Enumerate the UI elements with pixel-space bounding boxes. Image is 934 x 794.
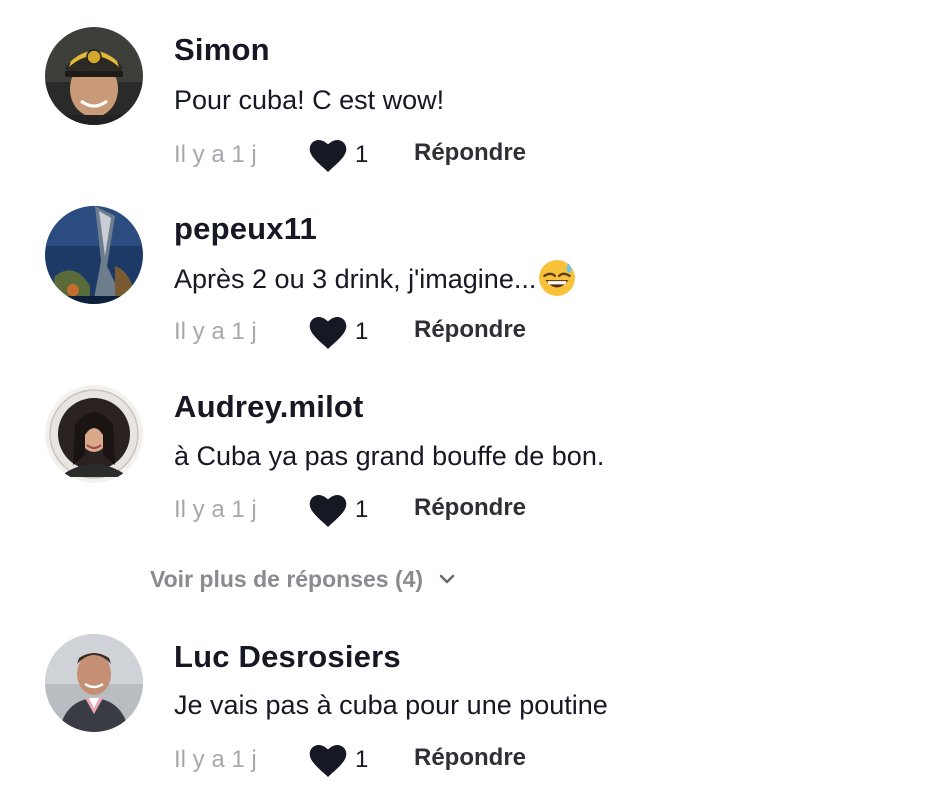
avatar-image: [45, 27, 143, 125]
like-button[interactable]: 1: [309, 742, 369, 778]
comment-username[interactable]: Simon: [174, 32, 270, 68]
comment-time: Il y a 1 j: [174, 496, 257, 523]
comment-text: à Cuba ya pas grand bouffe de bon.: [174, 441, 605, 471]
comment-username[interactable]: Audrey.milot: [174, 389, 364, 425]
comment-time: Il y a 1 j: [174, 318, 257, 345]
avatar[interactable]: [45, 634, 143, 732]
like-count: 1: [355, 318, 369, 345]
comment-text: Après 2 ou 3 drink, j'imagine...: [174, 260, 576, 300]
comment-text: Pour cuba! C est wow!: [174, 85, 445, 115]
heart-icon: [309, 140, 347, 172]
comment-text: Je vais pas à cuba pour une poutine: [174, 690, 608, 720]
comment-meta: Il y a 1 j 1 Répondre: [174, 740, 674, 780]
like-count: 1: [355, 141, 369, 168]
comment-time: Il y a 1 j: [174, 141, 257, 168]
view-more-replies-label: Voir plus de réponses (4): [150, 566, 424, 592]
grinning-face-with-sweat-icon: [539, 260, 576, 296]
like-count: 1: [355, 746, 369, 773]
reply-button[interactable]: Répondre: [414, 494, 526, 522]
comment-meta: Il y a 1 j 1 Répondre: [174, 490, 674, 530]
like-button[interactable]: 1: [309, 314, 369, 350]
avatar[interactable]: [45, 27, 143, 125]
avatar[interactable]: [45, 206, 143, 304]
comment-username[interactable]: Luc Desrosiers: [174, 639, 401, 675]
avatar-image: [45, 206, 143, 304]
heart-icon: [309, 317, 347, 349]
reply-button[interactable]: Répondre: [414, 316, 526, 344]
like-button[interactable]: 1: [309, 492, 369, 528]
comment-meta: Il y a 1 j 1 Répondre: [174, 312, 674, 352]
heart-icon: [309, 495, 347, 527]
comment-time: Il y a 1 j: [174, 746, 257, 773]
heart-icon: [309, 745, 347, 777]
chevron-down-icon: [439, 574, 455, 584]
reply-button[interactable]: Répondre: [414, 744, 526, 772]
comment-text-body: Après 2 ou 3 drink, j'imagine...: [174, 264, 537, 295]
avatar[interactable]: [45, 385, 143, 483]
comment-meta: Il y a 1 j 1 Répondre: [174, 135, 674, 175]
like-count: 1: [355, 496, 369, 523]
avatar-image: [45, 385, 143, 483]
reply-button[interactable]: Répondre: [414, 139, 526, 167]
avatar-image: [45, 634, 143, 732]
like-button[interactable]: 1: [309, 137, 369, 173]
view-more-replies-button[interactable]: Voir plus de réponses (4): [150, 566, 457, 600]
comment-username[interactable]: pepeux11: [174, 211, 317, 247]
